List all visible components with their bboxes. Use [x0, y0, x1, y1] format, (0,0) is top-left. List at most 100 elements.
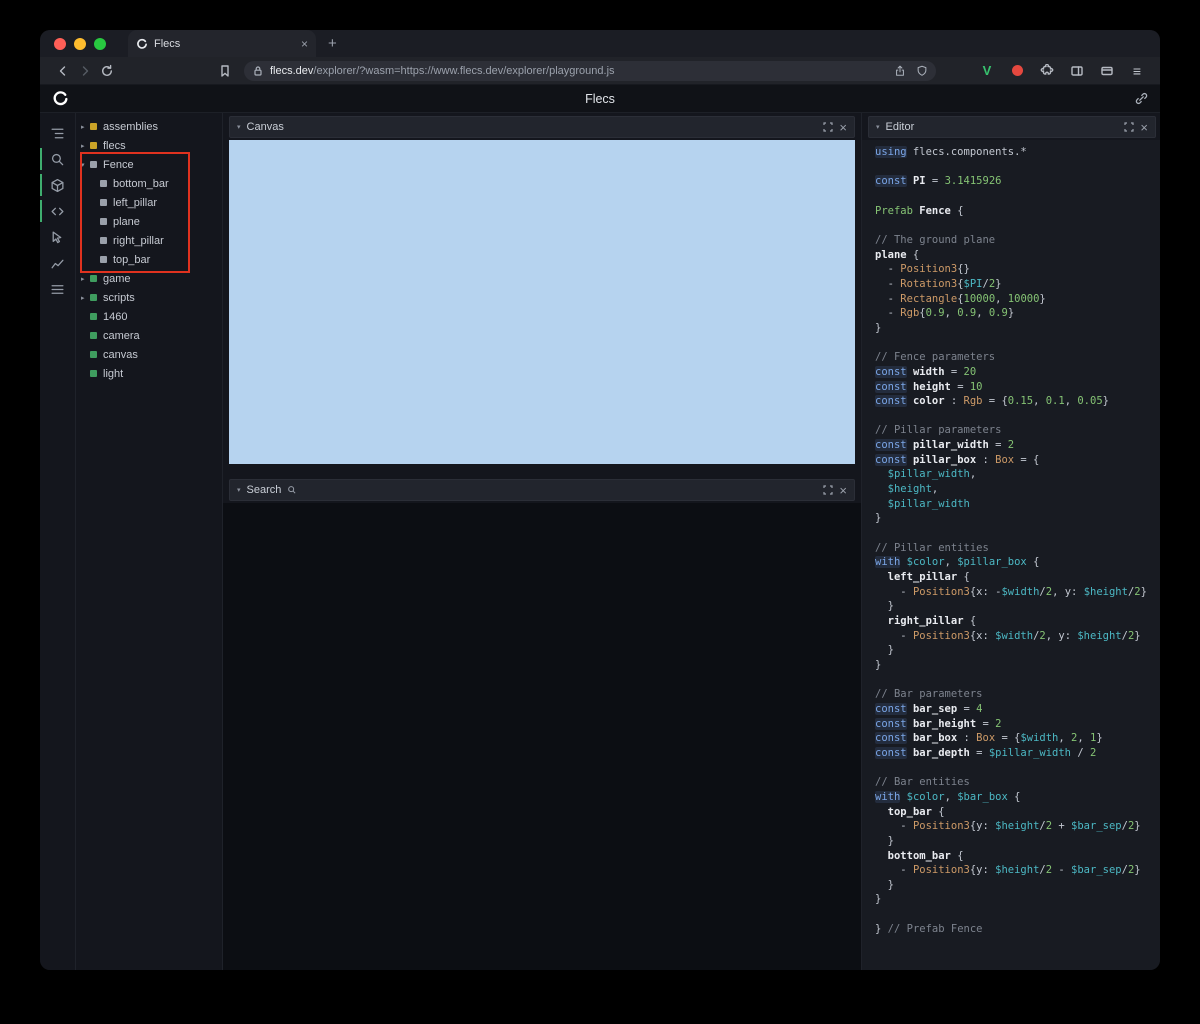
entity-square-icon [100, 218, 107, 225]
shield-icon[interactable] [916, 65, 928, 77]
tree-item-left_pillar[interactable]: left_pillar [76, 193, 222, 212]
code-line: - Rgb{0.9, 0.9, 0.9} [875, 307, 1015, 320]
code-line: } [875, 644, 894, 657]
share-icon[interactable] [894, 65, 906, 77]
outline-icon[interactable] [40, 120, 75, 146]
code-line: using flecs.components.* [875, 146, 1027, 158]
code-line: left_pillar { [887, 571, 970, 584]
code-line: $height, [887, 483, 939, 496]
extensions-puzzle-icon[interactable] [1038, 61, 1056, 81]
search-panel-header: ▾ Search × [229, 479, 855, 501]
code-line: - Position3{x: -$width/2, y: $height/2} [875, 585, 1147, 598]
reload-button[interactable] [96, 61, 118, 81]
close-icon[interactable]: × [1140, 121, 1148, 134]
tree-item-label: left_pillar [113, 196, 158, 209]
tree-item-light[interactable]: light [76, 364, 222, 383]
code-line: // Pillar entities [875, 541, 989, 554]
canvas-viewport[interactable] [229, 140, 855, 464]
tree-item-1460[interactable]: 1460 [76, 307, 222, 326]
share-link-icon[interactable] [1135, 92, 1148, 110]
bookmark-icon[interactable] [214, 61, 236, 81]
editor-column: ▾ Editor × using flecs.components.* cons… [862, 113, 1160, 970]
tree-item-right_pillar[interactable]: right_pillar [76, 231, 222, 250]
editor-panel-title: Editor [885, 121, 915, 133]
menu-icon[interactable]: ≡ [1128, 61, 1146, 81]
tab-title: Flecs [154, 37, 181, 50]
expander-icon[interactable]: ▸ [81, 123, 90, 131]
entity-square-icon [90, 123, 97, 130]
window-close-button[interactable] [54, 37, 66, 50]
tree-item-flecs[interactable]: ▸ flecs [76, 136, 222, 155]
code-line: const bar_sep = 4 [875, 702, 983, 715]
expander-icon[interactable]: ▸ [81, 142, 90, 150]
code-line: - Position3{x: $width/2, y: $height/2} [875, 629, 1141, 642]
back-button[interactable] [52, 61, 74, 81]
chevron-down-icon[interactable]: ▾ [237, 123, 241, 131]
close-icon[interactable]: × [839, 484, 847, 497]
cube-icon[interactable] [40, 172, 75, 198]
tree-item-label: camera [103, 329, 140, 342]
new-tab-button[interactable]: + [328, 36, 337, 51]
code-line: $pillar_width, [887, 468, 977, 481]
tree-item-game[interactable]: ▸ game [76, 269, 222, 288]
sidebar-toggle-icon[interactable] [1068, 61, 1086, 81]
center-column: ▾ Canvas × ▾ Search × [223, 113, 862, 970]
app-header: Flecs [40, 85, 1160, 113]
url-bar[interactable]: flecs.dev/explorer/?wasm=https://www.fle… [244, 60, 936, 81]
tab-close-icon[interactable]: × [301, 38, 308, 50]
code-line: - Rectangle{10000, 10000} [875, 292, 1046, 305]
tree-item-Fence[interactable]: ▾ Fence [76, 155, 222, 174]
close-icon[interactable]: × [839, 121, 847, 134]
tree-item-plane[interactable]: plane [76, 212, 222, 231]
expander-icon[interactable]: ▸ [81, 294, 90, 302]
code-line: const pillar_box : Box = { [875, 453, 1040, 466]
main-content: ▸ assemblies ▸ flecs ▾ Fence bottom_bar left_pi… [40, 113, 1160, 970]
chevron-down-icon[interactable]: ▾ [876, 123, 880, 131]
chart-icon[interactable] [40, 250, 75, 276]
flecs-favicon-icon [136, 38, 148, 50]
tree-item-label: bottom_bar [113, 177, 169, 190]
expand-icon[interactable] [823, 485, 834, 495]
left-toolbar [40, 113, 76, 970]
tree-item-label: scripts [103, 291, 135, 304]
code-icon[interactable] [40, 198, 75, 224]
tree-item-bottom_bar[interactable]: bottom_bar [76, 174, 222, 193]
forward-button[interactable] [74, 61, 96, 81]
wallet-icon[interactable] [1098, 61, 1116, 81]
code-line: const bar_height = 2 [875, 717, 1002, 730]
code-line: const width = 20 [875, 365, 977, 378]
url-host: flecs.dev [270, 64, 314, 77]
tree-item-top_bar[interactable]: top_bar [76, 250, 222, 269]
entity-square-icon [90, 294, 97, 301]
v-extension-icon[interactable]: V [978, 61, 996, 81]
window-zoom-button[interactable] [94, 37, 106, 50]
adblock-extension-icon[interactable] [1008, 61, 1026, 81]
tree-item-canvas[interactable]: canvas [76, 345, 222, 364]
code-line: - Position3{} [875, 263, 970, 276]
code-line: } // Prefab Fence [875, 922, 983, 935]
expand-icon[interactable] [823, 122, 834, 132]
tree-item-label: light [103, 367, 124, 380]
editor-code[interactable]: using flecs.components.* const PI = 3.14… [862, 140, 1160, 970]
chevron-down-icon[interactable]: ▾ [237, 486, 241, 494]
search-icon[interactable] [40, 146, 75, 172]
entity-square-icon [90, 370, 97, 377]
tree-item-scripts[interactable]: ▸ scripts [76, 288, 222, 307]
browser-tab[interactable]: Flecs × [128, 30, 316, 57]
window-minimize-button[interactable] [74, 37, 86, 50]
expand-icon[interactable] [1124, 122, 1135, 132]
expander-icon[interactable]: ▸ [81, 275, 90, 283]
tree-item-assemblies[interactable]: ▸ assemblies [76, 117, 222, 136]
code-line: with $color, $bar_box { [875, 790, 1021, 803]
expander-icon[interactable]: ▾ [81, 161, 90, 169]
code-line: const pillar_width = 2 [875, 439, 1015, 452]
url-path: /explorer/?wasm=https://www.flecs.dev/ex… [313, 64, 615, 77]
tree-item-camera[interactable]: camera [76, 326, 222, 345]
stats-icon[interactable] [40, 276, 75, 302]
select-icon[interactable] [40, 224, 75, 250]
